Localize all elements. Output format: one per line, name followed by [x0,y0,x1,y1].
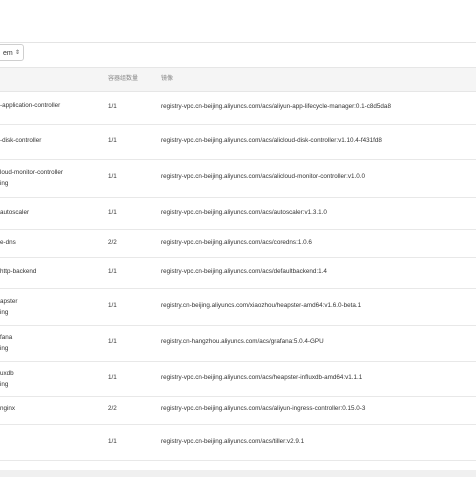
table-row[interactable]: autoscaler 1/1 registry-vpc.cn-beijing.a… [0,198,476,230]
deployment-name[interactable]: fana ing [0,332,12,354]
table-row[interactable]: e-dns 2/2 registry-vpc.cn-beijing.aliyun… [0,230,476,258]
deployment-name[interactable]: nginx [0,405,15,412]
pod-count: 1/1 [108,338,117,345]
table-row[interactable]: http-backend 1/1 registry-vpc.cn-beijing… [0,258,476,289]
pod-count: 1/1 [108,268,117,275]
table-row[interactable]: uxdb ing 1/1 registry-vpc.cn-beijing.ali… [0,362,476,397]
pod-count: 1/1 [108,374,117,381]
image-name: registry.cn-hangzhou.aliyuncs.com/acs/gr… [161,338,324,345]
image-name: registry-vpc.cn-beijing.aliyuncs.com/acs… [161,239,312,246]
pod-count: 1/1 [108,209,117,216]
image-name: registry-vpc.cn-beijing.aliyuncs.com/acs… [161,173,366,180]
pod-count: 1/1 [108,302,117,309]
pod-count: 1/1 [108,438,117,445]
image-name: registry-vpc.cn-beijing.aliyuncs.com/acs… [161,103,391,110]
deployment-status: ing [0,345,9,352]
image-name: registry-vpc.cn-beijing.aliyuncs.com/acs… [161,137,382,144]
select-arrows-icon: ⇕ [14,50,20,56]
deployment-status: ing [0,309,9,316]
image-name: registry-vpc.cn-beijing.aliyuncs.com/acs… [161,374,363,381]
deployments-table: 容器组数量 镜像 -application-controller 1/1 reg… [0,67,476,461]
bottom-strip [0,470,476,477]
header-pod-count: 容器组数量 [108,76,139,82]
pod-count: 1/1 [108,137,117,144]
table-row[interactable]: -application-controller 1/1 registry-vpc… [0,92,476,125]
namespace-select[interactable]: em ⇕ [0,44,24,61]
table-row[interactable]: apster ing 1/1 registry.cn-beijing.aliyu… [0,289,476,326]
deployment-name[interactable]: autoscaler [0,209,29,216]
image-name: registry-vpc.cn-beijing.aliyuncs.com/acs… [161,405,366,412]
deployment-name[interactable]: apster ing [0,296,18,318]
pod-count: 2/2 [108,239,117,246]
table-row[interactable]: loud-monitor-controller ing 1/1 registry… [0,160,476,198]
table-row[interactable]: nginx 2/2 registry-vpc.cn-beijing.aliyun… [0,397,476,425]
table-header: 容器组数量 镜像 [0,67,476,92]
deployment-name[interactable]: http-backend [0,268,36,275]
deployment-name[interactable]: e-dns [0,239,16,246]
image-name: registry-vpc.cn-beijing.aliyuncs.com/acs… [161,438,305,445]
deployment-status: ing [0,180,9,187]
table-row[interactable]: fana ing 1/1 registry.cn-hangzhou.aliyun… [0,326,476,362]
top-bar [0,0,476,43]
pod-count: 1/1 [108,103,117,110]
table-row[interactable]: 1/1 registry-vpc.cn-beijing.aliyuncs.com… [0,425,476,461]
pod-count: 1/1 [108,173,117,180]
image-name: registry.cn-beijing.aliyuncs.com/xiaozho… [161,302,362,309]
image-name: registry-vpc.cn-beijing.aliyuncs.com/acs… [161,268,327,275]
image-name: registry-vpc.cn-beijing.aliyuncs.com/acs… [161,209,327,216]
deployment-name[interactable]: uxdb ing [0,368,14,390]
deployment-name[interactable]: loud-monitor-controller ing [0,167,63,189]
table-row[interactable]: -disk-controller 1/1 registry-vpc.cn-bei… [0,125,476,160]
deployment-name[interactable]: -application-controller [0,102,60,109]
header-image: 镜像 [161,76,174,82]
namespace-select-value: em [3,50,13,57]
pod-count: 2/2 [108,405,117,412]
deployment-name[interactable]: -disk-controller [0,137,41,144]
deployment-status: ing [0,381,9,388]
